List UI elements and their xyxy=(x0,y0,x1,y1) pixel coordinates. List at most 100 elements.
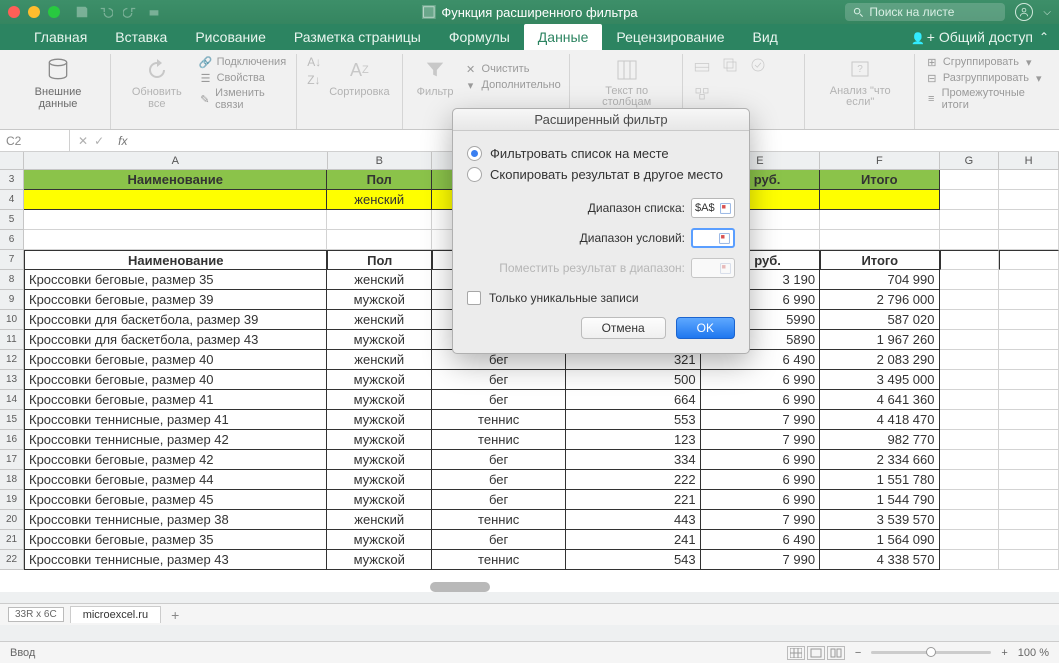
cell[interactable]: 6 990 xyxy=(701,490,820,510)
redo-icon[interactable] xyxy=(122,4,138,20)
cell[interactable] xyxy=(999,210,1059,230)
cell[interactable] xyxy=(999,490,1059,510)
cell[interactable]: 1 551 780 xyxy=(820,470,939,490)
cell[interactable]: 443 xyxy=(566,510,700,530)
criteria-range-input[interactable] xyxy=(691,228,735,248)
range-picker-icon[interactable] xyxy=(718,232,730,244)
table-row[interactable]: Кроссовки теннисные, размер 38женскийтен… xyxy=(24,510,1059,530)
cell[interactable]: мужской xyxy=(327,430,432,450)
tab-data[interactable]: Данные xyxy=(524,24,603,50)
cell[interactable] xyxy=(24,210,327,230)
undo-icon[interactable] xyxy=(98,4,114,20)
sort-button[interactable]: AZ Сортировка xyxy=(325,54,393,100)
zoom-out-button[interactable]: − xyxy=(855,647,861,659)
cell[interactable] xyxy=(999,410,1059,430)
cell[interactable] xyxy=(999,350,1059,370)
ok-button[interactable]: OK xyxy=(676,317,735,339)
row-header[interactable]: 20 xyxy=(0,510,23,530)
slider-thumb[interactable] xyxy=(926,647,936,657)
cell[interactable] xyxy=(940,270,1000,290)
table-row[interactable]: Кроссовки теннисные, размер 41мужскойтен… xyxy=(24,410,1059,430)
cell[interactable] xyxy=(940,450,1000,470)
collapse-ribbon-icon[interactable]: ⌃ xyxy=(1039,30,1049,44)
cell[interactable] xyxy=(820,230,939,250)
table-row[interactable]: Кроссовки беговые, размер 42мужскойбег33… xyxy=(24,450,1059,470)
cell[interactable]: Пол xyxy=(327,170,432,190)
cell[interactable]: мужской xyxy=(327,450,432,470)
cell[interactable] xyxy=(940,510,1000,530)
cell[interactable]: бег xyxy=(432,450,566,470)
cell[interactable] xyxy=(940,550,1000,570)
cell[interactable]: 553 xyxy=(566,410,700,430)
cell[interactable]: Наименование xyxy=(24,170,327,190)
table-row[interactable]: Кроссовки беговые, размер 44мужскойбег22… xyxy=(24,470,1059,490)
row-header[interactable]: 22 xyxy=(0,550,23,570)
row-header[interactable]: 7 xyxy=(0,250,23,270)
close-window-icon[interactable] xyxy=(8,6,20,18)
cell[interactable]: 3 539 570 xyxy=(820,510,939,530)
user-icon[interactable] xyxy=(1015,3,1033,21)
table-row[interactable]: Кроссовки беговые, размер 41мужскойбег66… xyxy=(24,390,1059,410)
cell[interactable] xyxy=(999,330,1059,350)
cell[interactable]: Кроссовки теннисные, размер 43 xyxy=(24,550,327,570)
col-header-a[interactable]: A xyxy=(24,152,328,169)
cell[interactable] xyxy=(999,290,1059,310)
tab-page-layout[interactable]: Разметка страницы xyxy=(280,24,435,50)
cell[interactable]: 2 796 000 xyxy=(820,290,939,310)
row-header[interactable]: 16 xyxy=(0,430,23,450)
cell[interactable] xyxy=(999,250,1059,270)
cell[interactable]: теннис xyxy=(432,410,566,430)
row-header[interactable]: 18 xyxy=(0,470,23,490)
cell[interactable]: 4 641 360 xyxy=(820,390,939,410)
tab-insert[interactable]: Вставка xyxy=(101,24,181,50)
col-header-f[interactable]: F xyxy=(820,152,939,169)
cell[interactable] xyxy=(999,450,1059,470)
table-row[interactable]: Кроссовки беговые, размер 45мужскойбег22… xyxy=(24,490,1059,510)
row-header[interactable]: 17 xyxy=(0,450,23,470)
cell[interactable]: бег xyxy=(432,470,566,490)
ungroup-button[interactable]: ⊟Разгруппировать▾ xyxy=(925,70,1042,86)
consolidate-icon[interactable] xyxy=(693,82,715,104)
cell[interactable]: Итого xyxy=(820,170,939,190)
cell[interactable]: 6 490 xyxy=(701,530,820,550)
cell[interactable] xyxy=(999,170,1059,190)
cell[interactable]: мужской xyxy=(327,290,432,310)
cell[interactable]: 982 770 xyxy=(820,430,939,450)
cell[interactable]: Кроссовки беговые, размер 35 xyxy=(24,530,327,550)
cell[interactable]: Кроссовки для баскетбола, размер 43 xyxy=(24,330,327,350)
cell[interactable]: 543 xyxy=(566,550,700,570)
cell[interactable]: мужской xyxy=(327,470,432,490)
cell[interactable] xyxy=(820,190,939,210)
cell[interactable]: женский xyxy=(327,350,432,370)
cell[interactable] xyxy=(999,510,1059,530)
cell[interactable]: Кроссовки теннисные, размер 42 xyxy=(24,430,327,450)
cell[interactable] xyxy=(999,270,1059,290)
refresh-all-button[interactable]: Обновить все xyxy=(121,54,193,112)
cell[interactable] xyxy=(999,230,1059,250)
text-to-columns-button[interactable]: Текст по столбцам xyxy=(580,54,674,110)
cell[interactable]: мужской xyxy=(327,390,432,410)
cell[interactable] xyxy=(940,490,1000,510)
cell[interactable]: 6 990 xyxy=(701,470,820,490)
share-button[interactable]: + Общий доступ xyxy=(911,29,1033,45)
cell[interactable] xyxy=(940,350,1000,370)
cell[interactable]: женский xyxy=(327,270,432,290)
cell[interactable]: Кроссовки беговые, размер 42 xyxy=(24,450,327,470)
row-header[interactable]: 5 xyxy=(0,210,23,230)
cell[interactable] xyxy=(940,190,1000,210)
connections-button[interactable]: 🔗Подключения xyxy=(199,54,289,70)
row-header[interactable]: 13 xyxy=(0,370,23,390)
cell[interactable]: 7 990 xyxy=(701,410,820,430)
page-layout-view-icon[interactable] xyxy=(807,646,825,660)
cell[interactable]: бег xyxy=(432,370,566,390)
cell[interactable] xyxy=(940,370,1000,390)
zoom-in-button[interactable]: + xyxy=(1001,647,1007,659)
cell[interactable] xyxy=(999,370,1059,390)
cell[interactable]: Кроссовки теннисные, размер 41 xyxy=(24,410,327,430)
table-row[interactable]: Кроссовки беговые, размер 40мужскойбег50… xyxy=(24,370,1059,390)
cell[interactable]: женский xyxy=(327,310,432,330)
subtotals-button[interactable]: ≡Промежуточные итоги xyxy=(925,86,1045,112)
save-icon[interactable] xyxy=(74,4,90,20)
sheet-tab[interactable]: microexcel.ru xyxy=(70,606,161,623)
advanced-button[interactable]: ▾Дополнительно xyxy=(464,77,561,93)
